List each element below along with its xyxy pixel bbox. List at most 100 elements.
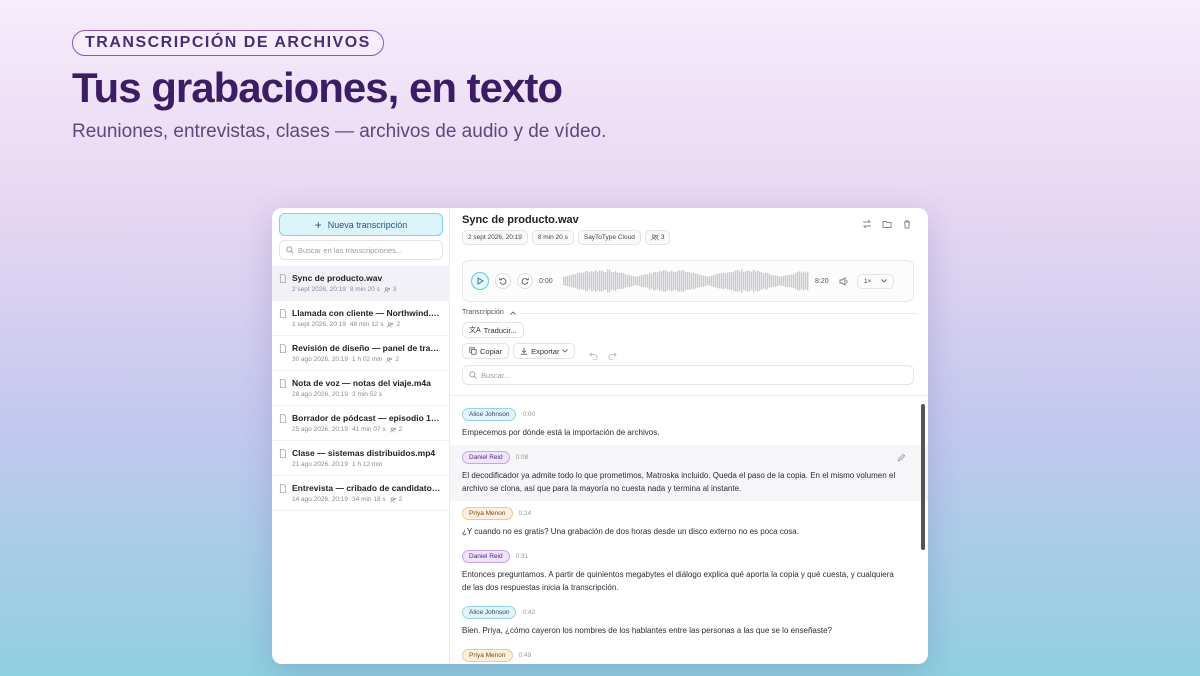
people-icon bbox=[389, 426, 396, 433]
speaker-badge[interactable]: Alice Johnson bbox=[462, 606, 517, 619]
segment-text[interactable]: ¿Y cuando no es gratis? Una grabación de… bbox=[462, 525, 902, 538]
waveform-bar bbox=[641, 275, 643, 287]
copy-label: Copiar bbox=[480, 346, 503, 356]
segment-text[interactable]: Entonces preguntamos. A partir de quinie… bbox=[462, 568, 902, 594]
list-item-people: 3 bbox=[384, 286, 396, 293]
transcript-segment[interactable]: Daniel Reid 0:31 Entonces preguntamos. A p… bbox=[450, 544, 928, 600]
sidebar-search-input[interactable] bbox=[298, 245, 438, 255]
segment-timestamp[interactable]: 0:08 bbox=[516, 454, 529, 461]
transcript-segment[interactable]: Alice Johnson 0:42 Bien. Priya, ¿cómo caye… bbox=[450, 600, 928, 643]
transcription-toggle[interactable]: Transcripción bbox=[462, 309, 516, 316]
list-item-name: Sync de producto.wav bbox=[292, 273, 383, 283]
transcript-segment[interactable]: Priya Menon0:49Bien. Renombrar una línea… bbox=[450, 643, 928, 664]
export-button[interactable]: Exportar bbox=[513, 343, 576, 359]
list-item-date: 30 ago 2026, 20:19 bbox=[292, 356, 349, 363]
folder-icon[interactable] bbox=[882, 216, 892, 228]
waveform-bar bbox=[661, 271, 663, 291]
waveform-bar bbox=[771, 275, 773, 287]
waveform-bar bbox=[759, 271, 761, 291]
waveform-bar bbox=[633, 276, 635, 286]
waveform[interactable] bbox=[563, 268, 809, 294]
list-item[interactable]: Revisión de diseño — panel de transcripc… bbox=[272, 336, 450, 371]
sidebar-search bbox=[279, 240, 443, 260]
waveform-bar bbox=[599, 270, 601, 292]
waveform-bar bbox=[657, 272, 659, 290]
waveform-bar bbox=[639, 275, 641, 287]
divider bbox=[520, 313, 918, 314]
trash-icon[interactable] bbox=[902, 216, 912, 229]
list-item[interactable]: Borrador de pódcast — episodio 14.wav 25 … bbox=[272, 406, 450, 441]
waveform-bar bbox=[761, 272, 763, 290]
hero-subtitle: Reuniones, entrevistas, clases — archivo… bbox=[72, 121, 607, 142]
waveform-bar bbox=[669, 271, 671, 291]
waveform-bar bbox=[667, 271, 669, 291]
rewind-icon bbox=[499, 277, 507, 285]
forward-button[interactable] bbox=[517, 273, 533, 289]
waveform-bar bbox=[737, 270, 739, 292]
waveform-bar bbox=[807, 271, 809, 291]
waveform-bar bbox=[757, 270, 759, 292]
pencil-icon[interactable] bbox=[897, 453, 906, 462]
new-transcription-button[interactable]: + Nueva transcripción bbox=[279, 213, 443, 236]
redo-icon[interactable] bbox=[608, 347, 618, 360]
play-button[interactable] bbox=[471, 272, 489, 290]
segment-text[interactable]: Empecemos por dónde está la importación … bbox=[462, 426, 902, 439]
list-item-duration: 8 min 20 s bbox=[349, 286, 380, 293]
waveform-bar bbox=[787, 275, 789, 287]
speaker-badge[interactable]: Priya Menon bbox=[462, 507, 513, 520]
list-item-name: Clase — sistemas distribuidos.mp4 bbox=[292, 448, 436, 458]
translate-label: Traducir... bbox=[483, 325, 517, 335]
waveform-bar bbox=[691, 272, 693, 290]
waveform-bar bbox=[703, 275, 705, 287]
segment-header: Alice Johnson 0:42 bbox=[462, 606, 916, 619]
segment-timestamp[interactable]: 0:31 bbox=[516, 553, 529, 560]
transcript-segment[interactable]: Daniel Reid 0:08 El decodificador ya admit… bbox=[450, 445, 928, 501]
list-item-meta: 25 ago 2026, 20:19 41 min 07 s 2 bbox=[292, 426, 442, 433]
segment-timestamp[interactable]: 0:24 bbox=[519, 510, 532, 517]
undo-icon[interactable] bbox=[589, 347, 598, 360]
waveform-bar bbox=[643, 274, 645, 288]
waveform-bar bbox=[671, 270, 673, 292]
search-icon bbox=[286, 246, 294, 254]
segment-text[interactable]: El decodificador ya admite todo lo que p… bbox=[462, 469, 902, 495]
list-item[interactable]: Llamada con cliente — Northwind.m4a 1 sep… bbox=[272, 301, 450, 336]
list-item-name: Entrevista — cribado de candidato.m4a bbox=[292, 483, 442, 493]
list-item-people-count: 2 bbox=[395, 356, 400, 363]
waveform-bar bbox=[781, 276, 783, 286]
list-item-people-count: 2 bbox=[396, 321, 401, 328]
waveform-bar bbox=[763, 273, 765, 289]
waveform-bar bbox=[711, 275, 713, 287]
speaker-badge[interactable]: Alice Johnson bbox=[462, 408, 517, 421]
scrollbar[interactable] bbox=[921, 404, 925, 550]
speaker-badge[interactable]: Priya Menon bbox=[462, 649, 513, 662]
segment-timestamp[interactable]: 0:42 bbox=[522, 609, 535, 616]
list-item-people: 2 bbox=[386, 356, 399, 363]
transcript-search-input[interactable] bbox=[481, 370, 901, 380]
list-item-text: Entrevista — cribado de candidato.m4a 14 … bbox=[292, 483, 442, 503]
waveform-bar bbox=[785, 275, 787, 287]
transcript-actions: Copiar Exportar bbox=[462, 343, 618, 360]
copy-button[interactable]: Copiar bbox=[462, 343, 510, 359]
list-item[interactable]: Sync de producto.wav 2 sept 2026, 20:19 8 … bbox=[272, 266, 450, 301]
transcript-segment[interactable]: Alice Johnson 0:00 Empecemos por dónde est… bbox=[450, 402, 928, 445]
waveform-bar bbox=[791, 274, 793, 288]
segment-timestamp[interactable]: 0:49 bbox=[519, 652, 532, 659]
speaker-badge[interactable]: Daniel Reid bbox=[462, 550, 510, 563]
segment-text[interactable]: Bien. Priya, ¿cómo cayeron los nombres d… bbox=[462, 624, 902, 637]
list-item[interactable]: Clase — sistemas distribuidos.mp4 21 ago … bbox=[272, 441, 450, 476]
segment-timestamp[interactable]: 0:00 bbox=[522, 411, 535, 418]
list-item[interactable]: Entrevista — cribado de candidato.m4a 14 … bbox=[272, 476, 450, 511]
waveform-bar bbox=[623, 273, 625, 289]
volume-icon[interactable] bbox=[839, 276, 851, 286]
waveform-bar bbox=[793, 274, 795, 288]
waveform-bar bbox=[675, 272, 677, 290]
list-item[interactable]: Nota de voz — notas del viaje.m4a 28 ago … bbox=[272, 371, 450, 406]
waveform-bar bbox=[579, 272, 581, 290]
transcript-segment[interactable]: Priya Menon 0:24 ¿Y cuando no es gratis? U… bbox=[450, 501, 928, 544]
waveform-bar bbox=[749, 270, 751, 292]
speaker-badge[interactable]: Daniel Reid bbox=[462, 451, 510, 464]
rewind-button[interactable] bbox=[495, 273, 511, 289]
swap-icon[interactable] bbox=[862, 216, 872, 229]
translate-button[interactable]: 文A Traducir... bbox=[462, 322, 524, 338]
speed-select[interactable]: 1× bbox=[857, 273, 895, 289]
